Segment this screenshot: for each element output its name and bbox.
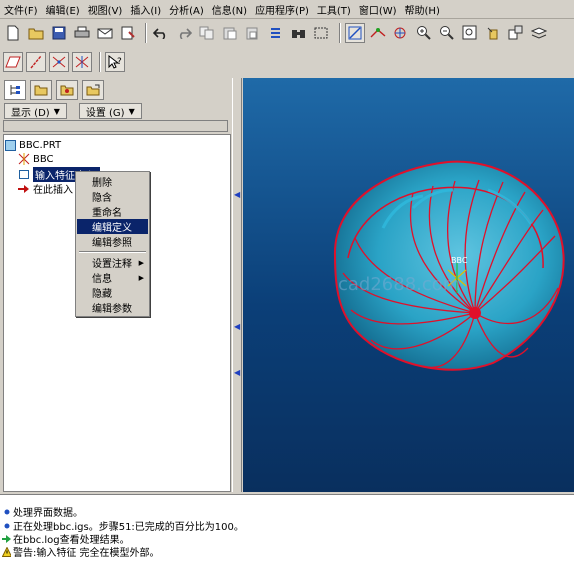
context-menu-item-label: 设置注释 xyxy=(92,259,132,270)
saved-views-icon[interactable] xyxy=(506,23,526,43)
insert-arrow-icon xyxy=(18,183,30,195)
copy-icon[interactable] xyxy=(197,23,217,43)
context-menu-delete[interactable]: 删除 xyxy=(77,174,148,189)
context-menu-edit-references[interactable]: 编辑参照 xyxy=(77,234,148,249)
tree-node-insert-here[interactable]: 在此插入 xyxy=(18,181,73,196)
save-icon[interactable] xyxy=(49,23,69,43)
datum-axis-display-icon[interactable] xyxy=(368,23,388,43)
menu-analysis[interactable]: 分析(A) xyxy=(169,2,204,17)
chevron-down-icon: ▼ xyxy=(53,106,60,116)
menu-view[interactable]: 视图(V) xyxy=(88,2,123,17)
paste-icon[interactable] xyxy=(220,23,240,43)
message-text: 处理界面数据。 xyxy=(13,508,83,519)
csys-label: BBC xyxy=(451,256,468,265)
graphics-window[interactable]: cad2688.com BBC xyxy=(243,78,574,492)
tree-node-label: BBC.PRT xyxy=(19,139,62,151)
orient-icon[interactable] xyxy=(483,23,503,43)
connections-tab-icon[interactable] xyxy=(82,80,104,100)
datum-toolbar: ? xyxy=(0,49,140,75)
settings-dropdown-label: 设置 (G) xyxy=(85,107,125,119)
chevron-down-icon: ▼ xyxy=(128,106,135,116)
context-help-icon[interactable]: ? xyxy=(105,52,125,72)
selection-box-icon[interactable] xyxy=(312,23,332,43)
svg-text:?: ? xyxy=(117,57,122,67)
context-menu-item-label: 信息 xyxy=(92,274,112,285)
tree-menu-bar: 显示 (D) ▼ 设置 (G) ▼ xyxy=(0,102,232,120)
message-line: 警告:输入特征 完全在模型外部。 xyxy=(2,544,160,559)
coordinate-system-icon xyxy=(18,153,30,165)
context-menu-edit-parameters[interactable]: 编辑参数 xyxy=(77,300,148,315)
favorites-tab-icon[interactable] xyxy=(56,80,78,100)
warning-icon xyxy=(2,546,11,557)
tree-node-root[interactable]: BBC.PRT xyxy=(4,139,61,151)
info-bullet-icon xyxy=(2,521,11,531)
context-menu-info[interactable]: 信息 ▶ xyxy=(77,270,148,286)
prompt-arrow-icon xyxy=(2,534,11,544)
datum-planes-icon[interactable] xyxy=(3,52,23,72)
open-folder-icon[interactable] xyxy=(26,23,46,43)
layers-icon[interactable] xyxy=(529,23,549,43)
context-menu-suppress[interactable]: 隐含 xyxy=(77,189,148,204)
regenerate-icon[interactable] xyxy=(266,23,286,43)
toolbar-separator xyxy=(339,23,341,43)
watermark-text: cad2688.com xyxy=(338,274,461,295)
navigator-tabs xyxy=(0,78,110,102)
submenu-arrow-icon: ▶ xyxy=(138,258,144,267)
context-menu: 删除 隐含 重命名 编辑定义 编辑参照 设置注释 ▶ 信息 ▶ 隐藏 编辑参数 xyxy=(75,171,150,317)
repaint-icon[interactable] xyxy=(391,23,411,43)
coordinate-systems-icon[interactable] xyxy=(72,52,92,72)
context-menu-set-note[interactable]: 设置注释 ▶ xyxy=(77,255,148,271)
menu-edit[interactable]: 编辑(E) xyxy=(46,2,80,17)
model-tree-tab-icon[interactable] xyxy=(4,80,26,100)
menu-file[interactable]: 文件(F) xyxy=(4,2,38,17)
submenu-arrow-icon: ▶ xyxy=(138,273,144,282)
context-menu-edit-definition[interactable]: 编辑定义 xyxy=(77,219,148,234)
collapse-arrow-icon[interactable]: ◀ xyxy=(234,322,240,331)
message-area: 处理界面数据。 正在处理bbc.igs。步骤51:已完成的百分比为100。 在b… xyxy=(0,494,574,574)
print-icon[interactable] xyxy=(72,23,92,43)
toolbar-separator xyxy=(145,23,147,43)
menu-insert[interactable]: 插入(I) xyxy=(130,2,161,17)
display-dropdown[interactable]: 显示 (D) ▼ xyxy=(4,103,67,119)
refit-icon[interactable] xyxy=(460,23,480,43)
zoom-out-icon[interactable] xyxy=(437,23,457,43)
context-menu-separator xyxy=(79,251,146,253)
collapse-arrow-icon[interactable]: ◀ xyxy=(234,190,240,199)
info-bullet-icon xyxy=(2,507,11,517)
menu-applications[interactable]: 应用程序(P) xyxy=(255,2,309,17)
find-icon[interactable] xyxy=(289,23,309,43)
tree-node-label: BBC xyxy=(33,153,54,165)
collapse-arrow-icon[interactable]: ◀ xyxy=(234,368,240,377)
message-text: 警告:输入特征 完全在模型外部。 xyxy=(13,548,160,559)
tree-header-strip xyxy=(3,120,228,132)
zoom-in-icon[interactable] xyxy=(414,23,434,43)
message-line: 处理界面数据。 xyxy=(2,504,83,519)
panel-splitter[interactable]: ◀ ◀ ◀ xyxy=(232,78,242,492)
tree-node-label: 在此插入 xyxy=(33,185,73,196)
main-toolbar xyxy=(0,20,574,46)
datum-plane-display-icon[interactable] xyxy=(345,23,365,43)
send-mail-icon[interactable] xyxy=(95,23,115,43)
redo-icon[interactable] xyxy=(174,23,194,43)
datum-points-icon[interactable] xyxy=(49,52,69,72)
paste-special-icon[interactable] xyxy=(243,23,263,43)
menu-tools[interactable]: 工具(T) xyxy=(317,2,351,17)
context-menu-rename[interactable]: 重命名 xyxy=(77,204,148,219)
part-icon xyxy=(4,139,16,151)
settings-dropdown[interactable]: 设置 (G) ▼ xyxy=(78,103,142,119)
tree-node-csys[interactable]: BBC xyxy=(18,153,54,165)
new-file-icon[interactable] xyxy=(3,23,23,43)
datum-axes-icon[interactable] xyxy=(26,52,46,72)
import-feature-icon xyxy=(18,169,30,181)
menu-window[interactable]: 窗口(W) xyxy=(359,2,397,17)
properties-icon[interactable] xyxy=(118,23,138,43)
menu-help[interactable]: 帮助(H) xyxy=(405,2,440,17)
toolbar-separator xyxy=(99,52,101,72)
undo-icon[interactable] xyxy=(151,23,171,43)
display-dropdown-label: 显示 (D) xyxy=(11,107,50,119)
menu-info[interactable]: 信息(N) xyxy=(212,2,247,17)
menu-bar: 文件(F) 编辑(E) 视图(V) 插入(I) 分析(A) 信息(N) 应用程序… xyxy=(0,0,574,19)
folder-browser-tab-icon[interactable] xyxy=(30,80,52,100)
context-menu-hide[interactable]: 隐藏 xyxy=(77,285,148,300)
